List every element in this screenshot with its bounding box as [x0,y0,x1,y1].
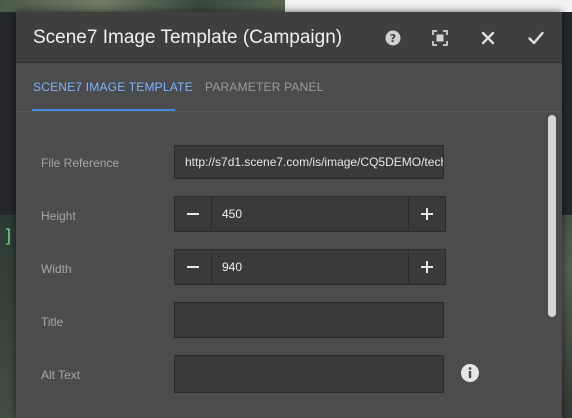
alt-text-info-button[interactable] [460,363,480,383]
close-button[interactable] [475,25,501,51]
background-page-area [285,0,572,12]
alt-text-label: Alt Text [41,368,81,382]
dialog-title: Scene7 Image Template (Campaign) [33,27,343,48]
plus-icon [421,261,433,273]
width-label: Width [41,262,72,276]
active-tab-indicator [32,109,175,111]
width-input[interactable]: 940 [222,250,242,284]
height-stepper: 450 [174,196,446,232]
width-stepper: 940 [174,249,446,285]
scrollbar-thumb[interactable] [548,115,556,317]
dialog-tabs: SCENE7 IMAGE TEMPLATE PARAMETER PANEL [16,63,562,112]
close-icon [481,31,495,45]
tab-scene7-image-template[interactable]: SCENE7 IMAGE TEMPLATE [33,80,193,94]
image-template-dialog: Scene7 Image Template (Campaign) ? SCENE… [16,12,562,418]
height-input[interactable]: 450 [222,197,242,231]
width-decrement-button[interactable] [175,250,212,284]
width-increment-button[interactable] [408,250,445,284]
svg-text:?: ? [390,32,396,45]
file-reference-field[interactable]: http://s7d1.scene7.com/is/image/CQ5DEMO/… [174,145,444,179]
help-icon: ? [385,30,401,46]
minus-icon [187,266,199,268]
fullscreen-icon [432,30,448,46]
fullscreen-button[interactable] [427,25,453,51]
height-decrement-button[interactable] [175,197,212,231]
background-image-strip [0,0,285,12]
height-increment-button[interactable] [408,197,445,231]
info-icon [461,364,479,382]
file-reference-label: File Reference [41,156,120,170]
dialog-title-bar: Scene7 Image Template (Campaign) ? [16,12,562,63]
plus-icon [421,208,433,220]
dialog-scrollbar[interactable] [548,115,558,415]
title-label: Title [41,315,64,329]
alt-text-field[interactable] [174,355,444,393]
title-field[interactable] [174,302,444,338]
minus-icon [187,213,199,215]
checkmark-icon [528,31,544,45]
done-button[interactable] [523,25,549,51]
tab-parameter-panel[interactable]: PARAMETER PANEL [205,80,324,94]
background-bracket-glyph: ] [3,226,14,247]
height-label: Height [41,209,76,223]
help-button[interactable]: ? [380,25,406,51]
form-content: File Reference http://s7d1.scene7.com/is… [16,112,562,418]
